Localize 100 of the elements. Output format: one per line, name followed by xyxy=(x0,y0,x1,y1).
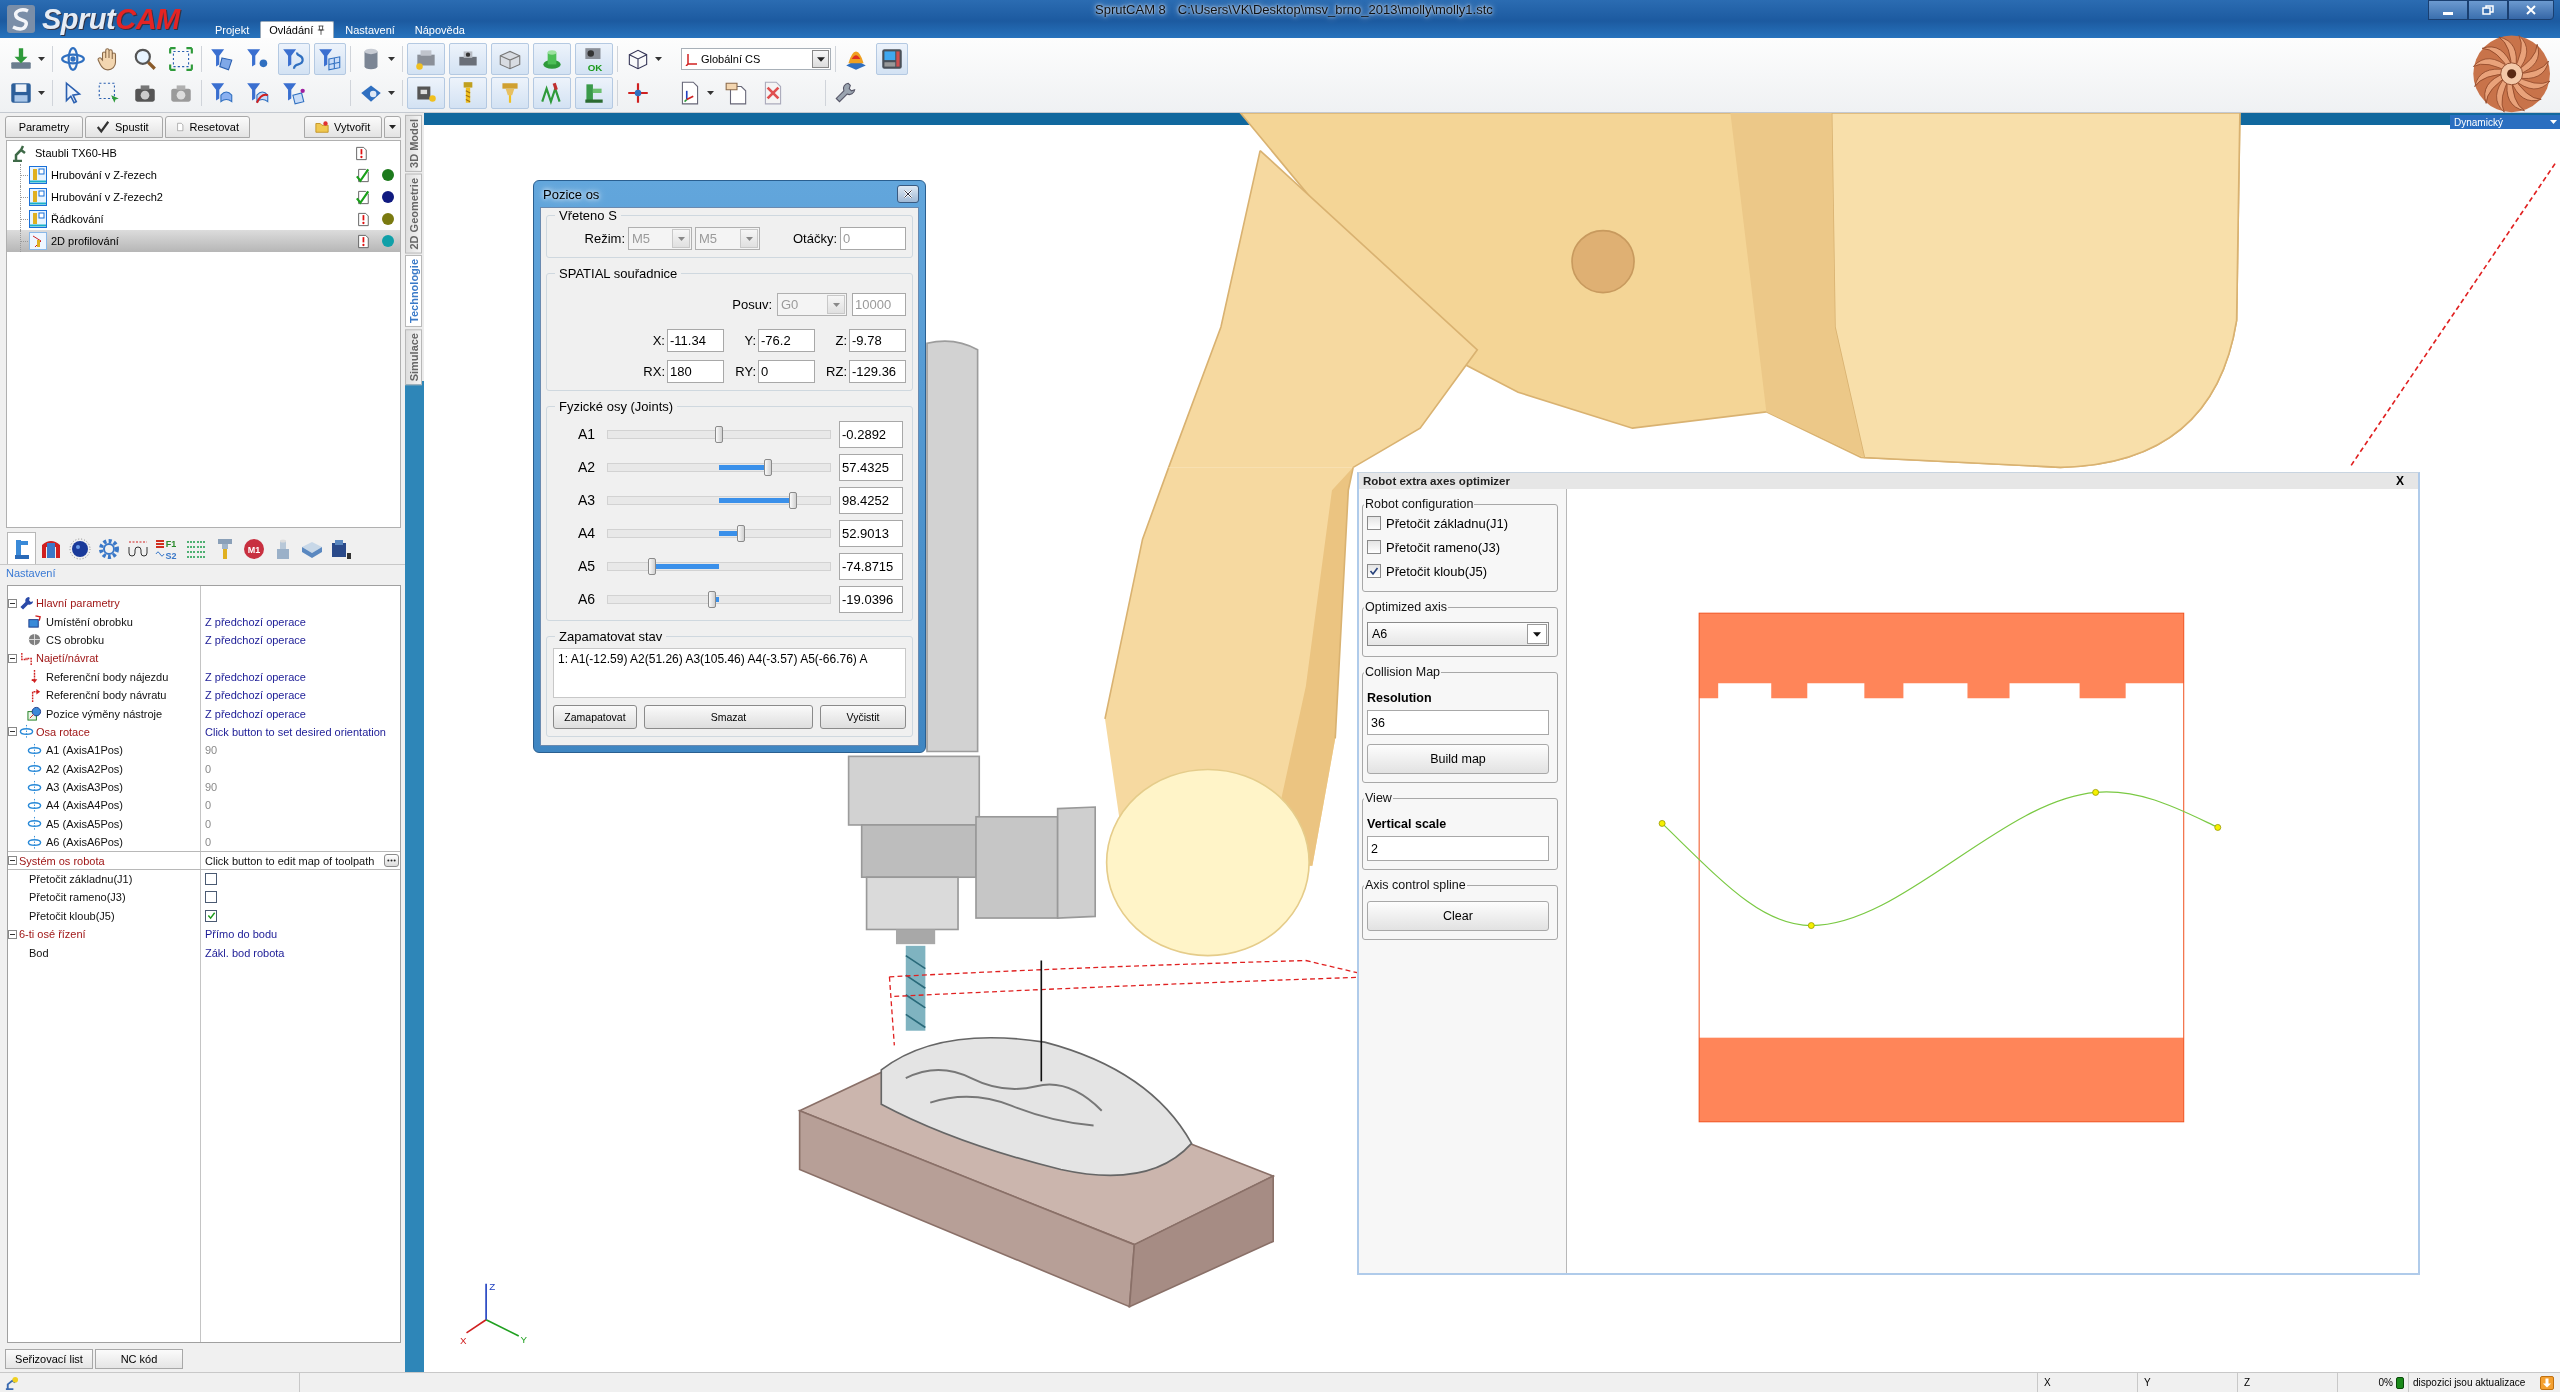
collapse-icon[interactable] xyxy=(8,727,17,737)
side-tab[interactable]: 3D Model xyxy=(405,115,422,172)
ribbon-tab[interactable]: Ovládání xyxy=(260,21,335,38)
action-button[interactable]: Parametry xyxy=(5,116,83,138)
value-field[interactable]: -19.0396 xyxy=(839,585,903,613)
toolbar-button[interactable] xyxy=(575,77,613,109)
value-field[interactable]: 57.4325 xyxy=(839,453,903,481)
side-tab[interactable]: 2D Geometrie xyxy=(405,173,422,254)
input-field[interactable]: -129.36 xyxy=(849,360,906,383)
build-map-button[interactable]: Build map xyxy=(1367,744,1549,774)
lamp-icon xyxy=(4,1375,19,1390)
logo-icon xyxy=(6,4,36,34)
more-button[interactable] xyxy=(384,854,399,868)
indicator-icon xyxy=(2396,1376,2404,1389)
property-value: Z předchozí operace xyxy=(205,633,306,646)
checkbox[interactable]: Přetočit základnu(J1) xyxy=(1367,511,1549,535)
bottom-tab[interactable]: NC kód xyxy=(95,1349,183,1369)
list-box[interactable]: 1: A1(-12.59) A2(51.26) A3(105.46) A4(-3.57) A5(-66.76) A xyxy=(553,648,906,698)
dialog-button[interactable]: Zamapatovat xyxy=(553,705,637,729)
control-point[interactable] xyxy=(2214,824,2222,831)
input-field[interactable]: 0 xyxy=(758,360,815,383)
field-label: RZ: xyxy=(825,364,847,379)
close-button[interactable] xyxy=(897,185,919,203)
toolbar-button[interactable] xyxy=(278,43,310,75)
clear-button[interactable]: Clear xyxy=(1367,901,1549,931)
checkbox[interactable]: Přetočit kloub(J5) xyxy=(1367,559,1549,583)
coordinate-system-dropdown[interactable]: Globální CS xyxy=(681,48,831,70)
icon-tab[interactable] xyxy=(7,532,36,564)
toolbar-button[interactable] xyxy=(314,43,346,75)
side-tab[interactable]: Simulace xyxy=(405,329,422,386)
value-field[interactable]: -0.2892 xyxy=(839,420,903,448)
collapse-icon[interactable] xyxy=(8,929,17,939)
input-field[interactable]: -76.2 xyxy=(758,329,815,352)
download-icon xyxy=(2540,1375,2554,1390)
dialog-title: Robot extra axes optimizer xyxy=(1363,475,1510,487)
axis-dropdown[interactable]: A6 xyxy=(1367,622,1549,646)
checkbox[interactable]: Přetočit rameno(J3) xyxy=(1367,535,1549,559)
slider-thumb[interactable] xyxy=(789,491,798,509)
toolbar-button[interactable] xyxy=(876,43,908,75)
bottom-tab[interactable]: Seřizovací list xyxy=(5,1349,93,1369)
slider-thumb[interactable] xyxy=(763,458,772,476)
action-button[interactable]: Resetovat xyxy=(165,116,250,138)
window-title: SprutCAM 8 xyxy=(1095,2,1166,19)
control-panel-icon xyxy=(879,46,905,72)
property-label: Najetí/návrat xyxy=(36,652,99,665)
download-icon xyxy=(8,46,34,72)
view-mode-dropdown[interactable]: Dynamický xyxy=(2450,115,2560,129)
input-field[interactable]: -11.34 xyxy=(667,329,724,352)
value-field[interactable]: 98.4252 xyxy=(839,486,903,514)
axis-label: X xyxy=(460,1335,467,1347)
slider-thumb[interactable] xyxy=(737,524,746,542)
action-button[interactable]: Vytvořit xyxy=(304,116,382,138)
ribbon-tab[interactable]: Projekt xyxy=(206,21,259,38)
slider-thumb[interactable] xyxy=(648,557,657,575)
crosshair-icon xyxy=(625,80,651,106)
ribbon-tab[interactable]: Nápověda xyxy=(405,21,474,38)
axis-label: A2 xyxy=(576,459,596,475)
collapse-icon[interactable] xyxy=(8,856,17,866)
side-tab[interactable]: Technologie xyxy=(405,255,422,328)
group-title: Collision Map xyxy=(1364,665,1442,679)
tree-item[interactable]: Staubli TX60-HB xyxy=(7,142,400,164)
action-button[interactable]: Spustit xyxy=(85,116,163,138)
tree-item[interactable]: 2D profilování xyxy=(7,230,400,252)
toolbar-button[interactable] xyxy=(449,43,487,75)
operation-icon xyxy=(29,166,47,184)
field-label: Režim: xyxy=(583,231,625,246)
close-button[interactable]: X xyxy=(2396,474,2404,488)
toolbar-button[interactable] xyxy=(407,77,445,109)
checkbox[interactable] xyxy=(205,909,217,922)
slider-thumb[interactable] xyxy=(707,590,716,608)
property-value: Z předchozí operace xyxy=(205,615,306,628)
checkbox[interactable] xyxy=(205,891,217,904)
folder-icon xyxy=(315,120,329,134)
menu-button[interactable] xyxy=(384,116,401,138)
ribbon-tab[interactable]: Nastavení xyxy=(336,21,404,38)
restore-button[interactable] xyxy=(2468,0,2508,20)
tree-item[interactable]: Hrubování v Z-řezech xyxy=(7,164,400,186)
input-field[interactable]: 2 xyxy=(1367,836,1549,861)
list-item[interactable]: 1: A1(-12.59) A2(51.26) A3(105.46) A4(-3.57) A5(-66.76) A xyxy=(558,652,905,666)
dialog-button[interactable]: Vyčistit xyxy=(820,705,906,729)
collapse-icon[interactable] xyxy=(8,653,17,663)
axes-icon xyxy=(685,52,699,66)
minimize-button[interactable] xyxy=(2428,0,2468,20)
property-value: 90 xyxy=(205,781,218,794)
value-field[interactable]: -74.8715 xyxy=(839,552,903,580)
input-field[interactable]: 36 xyxy=(1367,710,1549,735)
input-field[interactable]: -9.78 xyxy=(849,329,906,352)
collapse-icon[interactable] xyxy=(8,598,17,608)
control-point[interactable] xyxy=(1658,820,1666,827)
input-field[interactable]: 180 xyxy=(667,360,724,383)
axis-label: A5 xyxy=(576,558,596,574)
checkbox[interactable] xyxy=(205,873,217,886)
caret-icon xyxy=(388,91,395,95)
close-button[interactable] xyxy=(2508,0,2554,20)
dialog-button[interactable]: Smazat xyxy=(644,705,813,729)
tree-item[interactable]: Hrubování v Z-řezech2 xyxy=(7,186,400,208)
slider-thumb[interactable] xyxy=(715,425,724,443)
value-field[interactable]: 52.9013 xyxy=(839,519,903,547)
property-value: Click button to set desired orientation xyxy=(205,725,386,738)
tree-item[interactable]: Řádkování xyxy=(7,208,400,230)
